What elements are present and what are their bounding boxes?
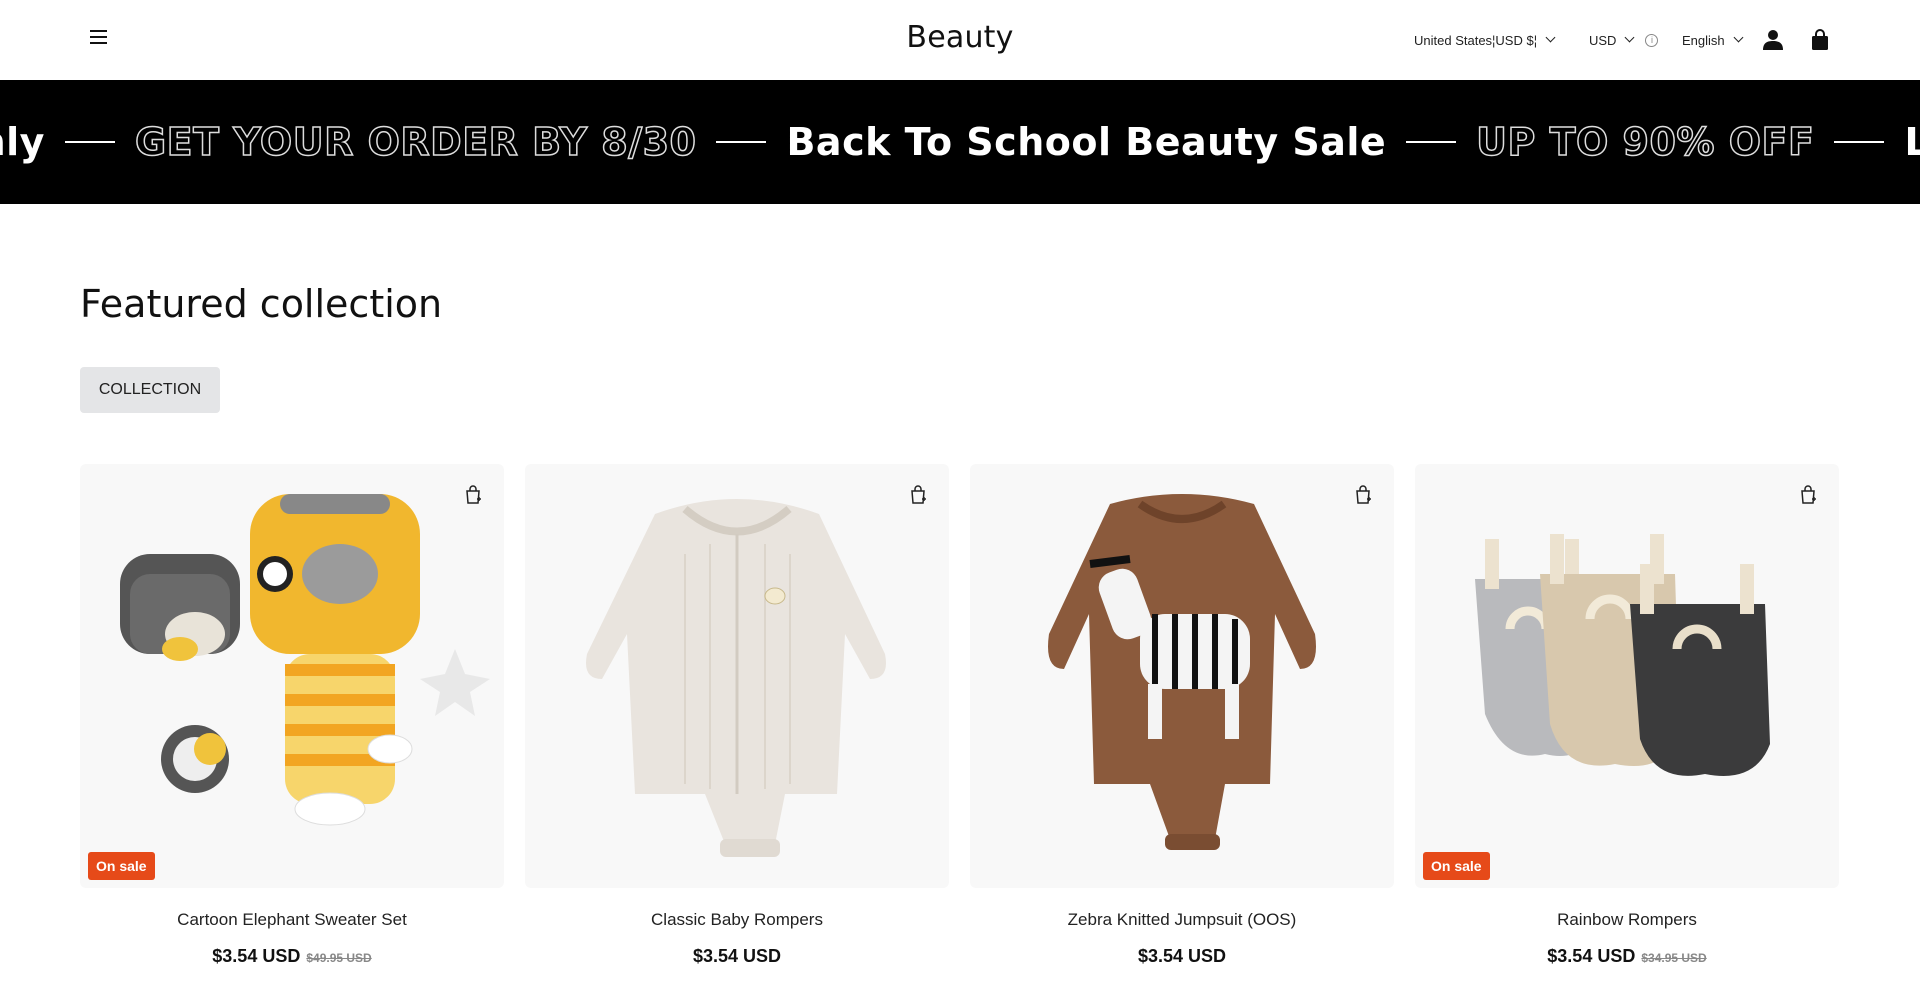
section-title: Featured collection bbox=[80, 282, 443, 326]
shopping-bag-icon[interactable] bbox=[1808, 28, 1832, 52]
marquee-track: only GET YOUR ORDER BY 8/30 Back To School… bbox=[0, 80, 1920, 204]
info-icon[interactable]: i bbox=[1645, 33, 1659, 47]
marquee-divider bbox=[716, 141, 767, 143]
product-price: $3.54 USD $34.95 USD bbox=[1415, 946, 1839, 967]
product-card[interactable]: On sale Cartoon Elephant Sweater Set $3.… bbox=[80, 464, 504, 967]
chevron-down-icon bbox=[1733, 32, 1744, 43]
product-photo bbox=[1475, 534, 1770, 776]
sale-badge: On sale bbox=[88, 852, 155, 880]
currency-label: USD bbox=[1589, 32, 1617, 48]
marquee-divider bbox=[1834, 141, 1885, 143]
chevron-down-icon bbox=[1545, 32, 1556, 43]
product-title[interactable]: Classic Baby Rompers bbox=[525, 910, 949, 930]
collection-button[interactable]: COLLECTION bbox=[80, 367, 220, 413]
product-title[interactable]: Zebra Knitted Jumpsuit (OOS) bbox=[970, 910, 1394, 930]
product-photo bbox=[120, 494, 490, 826]
language-selector[interactable]: English bbox=[1682, 26, 1744, 54]
hamburger-icon[interactable] bbox=[90, 30, 110, 50]
product-image[interactable] bbox=[525, 464, 949, 888]
sale-price: $3.54 USD bbox=[212, 946, 301, 966]
compare-price: $49.95 USD bbox=[306, 951, 372, 965]
marquee-item: UP TO 90% OFF bbox=[1475, 119, 1815, 165]
site-header: Beauty United States¦USD $¦ USD i Englis… bbox=[0, 0, 1920, 80]
country-selector[interactable]: United States¦USD $¦ bbox=[1414, 26, 1556, 54]
currency-selector[interactable]: USD i bbox=[1589, 26, 1659, 54]
announcement-marquee: only GET YOUR ORDER BY 8/30 Back To School… bbox=[0, 80, 1920, 204]
country-label: United States¦USD $¦ bbox=[1414, 32, 1538, 48]
product-card[interactable]: Classic Baby Rompers $3.54 USD bbox=[525, 464, 949, 967]
marquee-item: Limited time o bbox=[1904, 120, 1920, 164]
product-card[interactable]: On sale Rainbow Rompers $3.54 USD $34.95 … bbox=[1415, 464, 1839, 967]
sale-badge: On sale bbox=[1423, 852, 1490, 880]
chevron-down-icon bbox=[1625, 32, 1635, 43]
marquee-divider bbox=[64, 141, 115, 143]
product-photo bbox=[586, 499, 886, 857]
product-price: $3.54 USD bbox=[525, 946, 949, 967]
logo-text[interactable]: Beauty bbox=[906, 20, 1013, 55]
compare-price: $34.95 USD bbox=[1641, 951, 1707, 965]
add-to-cart-icon[interactable] bbox=[462, 484, 484, 506]
product-title[interactable]: Rainbow Rompers bbox=[1415, 910, 1839, 930]
marquee-divider bbox=[1406, 141, 1457, 143]
product-title[interactable]: Cartoon Elephant Sweater Set bbox=[80, 910, 504, 930]
language-label: English bbox=[1682, 32, 1725, 48]
add-to-cart-icon[interactable] bbox=[1352, 484, 1374, 506]
add-to-cart-icon[interactable] bbox=[1797, 484, 1819, 506]
product-price: $3.54 USD bbox=[970, 946, 1394, 967]
sale-price: $3.54 USD bbox=[692, 946, 782, 966]
product-price: $3.54 USD $49.95 USD bbox=[80, 946, 504, 967]
add-to-cart-icon[interactable] bbox=[907, 484, 929, 506]
product-image[interactable] bbox=[970, 464, 1394, 888]
product-image[interactable]: On sale bbox=[80, 464, 504, 888]
sale-price: $3.54 USD bbox=[1547, 946, 1636, 966]
marquee-item: only bbox=[0, 120, 45, 164]
marquee-item: GET YOUR ORDER BY 8/30 bbox=[134, 119, 697, 165]
product-photo bbox=[1048, 494, 1316, 850]
user-icon[interactable] bbox=[1761, 28, 1785, 52]
product-card[interactable]: Zebra Knitted Jumpsuit (OOS) $3.54 USD bbox=[970, 464, 1394, 967]
product-image[interactable]: On sale bbox=[1415, 464, 1839, 888]
sale-price: $3.54 USD bbox=[1137, 946, 1227, 966]
marquee-item: Back To School Beauty Sale bbox=[786, 120, 1387, 164]
